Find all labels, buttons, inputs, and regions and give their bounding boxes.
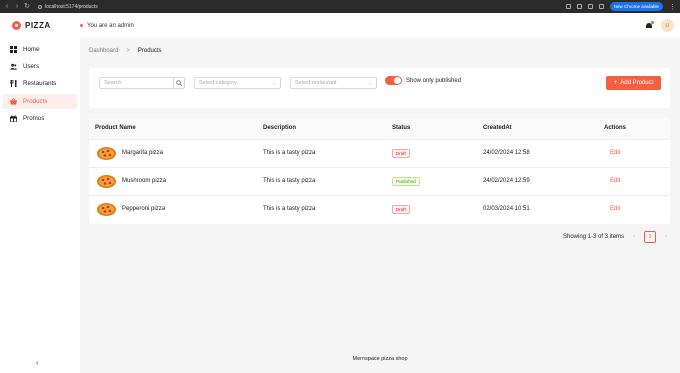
search-input[interactable]: Search [100,78,173,88]
pizza-image [97,203,116,216]
back-icon[interactable]: ‹ [4,0,10,13]
restaurant-select[interactable]: Select restaurant ⌄ [290,77,377,89]
table-row: Pepperoni pizza This is a tasty pizza Dr… [89,196,670,224]
pizza-image [97,175,116,188]
pizza-image [97,147,116,160]
bell-icon[interactable] [646,21,654,29]
published-toggle-label: Show only published [406,77,462,84]
filter-card: Search Select category ⌄ Select restaura… [89,68,670,108]
created-at: 24/02/2024 12:59 [483,178,530,184]
add-product-label: Add Product [620,80,654,86]
product-name: Margarita pizza [122,150,164,156]
product-description: This is a tasty pizza [263,150,316,156]
search-icon [176,80,182,86]
reload-icon[interactable]: ↻ [24,0,30,13]
logo[interactable]: PIZZA [12,21,80,30]
products-table: Product Name Description Status CreatedA… [89,118,670,224]
sidebar-item-products[interactable]: Products [3,94,77,109]
url-text: localhost:5174/products [45,3,98,10]
plus-icon: + [613,80,618,86]
edit-link[interactable]: Edit [610,178,620,184]
sidebar: Home Users Restaurants Products Promos ‹ [0,38,80,373]
breadcrumb-current: Products [137,48,162,54]
created-at: 24/02/2024 12:58 [483,150,530,156]
browser-toolbar: ‹ › ↻ localhost:5174/products New Chrome… [0,0,680,13]
logo-text: PIZZA [25,21,51,30]
pagination: Showing 1-3 of 3 items ‹ 1 › [563,231,667,243]
breadcrumb: Dashboard > Products [89,48,162,54]
restaurant-icon [10,80,17,87]
sidebar-item-restaurants[interactable]: Restaurants [3,76,77,91]
sidebar-item-label: Promos [23,115,45,122]
breadcrumb-dashboard-link[interactable]: Dashboard [89,48,118,54]
add-product-button[interactable]: + Add Product [606,76,661,90]
status-badge: Draft [392,149,410,158]
table-header: Product Name Description Status CreatedA… [89,118,670,140]
edit-link[interactable]: Edit [610,206,620,212]
pizza-logo-icon [12,21,21,30]
restaurant-select-placeholder: Select restaurant [295,80,337,86]
column-header: Description [263,125,297,131]
extensions-icon[interactable] [587,4,593,9]
published-toggle[interactable] [385,76,402,85]
product-name: Pepperoni pizza [122,206,166,212]
column-header: Actions [604,125,627,131]
search-box[interactable]: Search [99,77,185,89]
column-header: Status [392,125,411,131]
status-dot-icon [80,24,83,27]
product-description: This is a tasty pizza [263,178,316,184]
admin-text: You are an admin [87,22,134,29]
sidebar-item-users[interactable]: Users [3,59,77,74]
sidebar-item-promos[interactable]: Promos [3,111,77,126]
sidebar-item-home[interactable]: Home [3,42,77,57]
chevron-down-icon: ⌄ [367,80,372,86]
sidebar-item-label: Products [23,98,48,105]
breadcrumb-separator: > [126,48,130,54]
zoom-icon[interactable] [565,4,571,9]
status-badge: Published [392,177,420,186]
product-description: This is a tasty pizza [263,206,316,212]
users-icon [10,63,17,70]
table-row: Mushroom pizza This is a tasty pizza Pub… [89,168,670,196]
pagination-summary: Showing 1-3 of 3 items [563,234,625,240]
page-1-button[interactable]: 1 [644,231,657,243]
footer-text: Mernspace pizza shop [352,356,408,362]
avatar[interactable]: U [661,19,674,32]
site-info-icon[interactable] [38,4,42,9]
sidebar-item-label: Users [23,63,40,70]
basket-icon [10,98,17,105]
chrome-update-button[interactable]: New Chrome available [609,2,663,11]
gift-icon [10,115,17,122]
app-header: PIZZA You are an admin U [0,13,680,38]
table-row: Margarita pizza This is a tasty pizza Dr… [89,140,670,168]
published-filter: Show only published [385,76,461,85]
admin-badge: You are an admin [80,23,134,29]
column-header: CreatedAt [483,125,512,131]
forward-icon[interactable]: › [14,0,20,13]
sidebar-item-label: Home [23,46,40,53]
search-button[interactable] [173,78,184,88]
next-page-icon[interactable]: › [665,234,667,240]
more-menu-icon[interactable]: ⋮ [669,3,676,11]
collapse-sidebar-icon[interactable]: ‹ [36,358,39,367]
category-select-placeholder: Select category [199,80,237,86]
home-icon [10,46,17,53]
profile-icon[interactable] [598,4,604,9]
category-select[interactable]: Select category ⌄ [194,77,281,89]
column-header: Product Name [95,125,136,131]
sidebar-item-label: Restaurants [23,80,57,87]
previous-page-icon[interactable]: ‹ [633,234,635,240]
chevron-down-icon: ⌄ [271,80,276,86]
product-name: Mushroom pizza [122,178,167,184]
created-at: 02/03/2024 10:51 [483,206,530,212]
edit-link[interactable]: Edit [610,150,620,156]
status-badge: Draft [392,205,410,214]
address-bar[interactable]: localhost:5174/products [38,4,98,10]
bookmark-icon[interactable] [576,4,582,9]
